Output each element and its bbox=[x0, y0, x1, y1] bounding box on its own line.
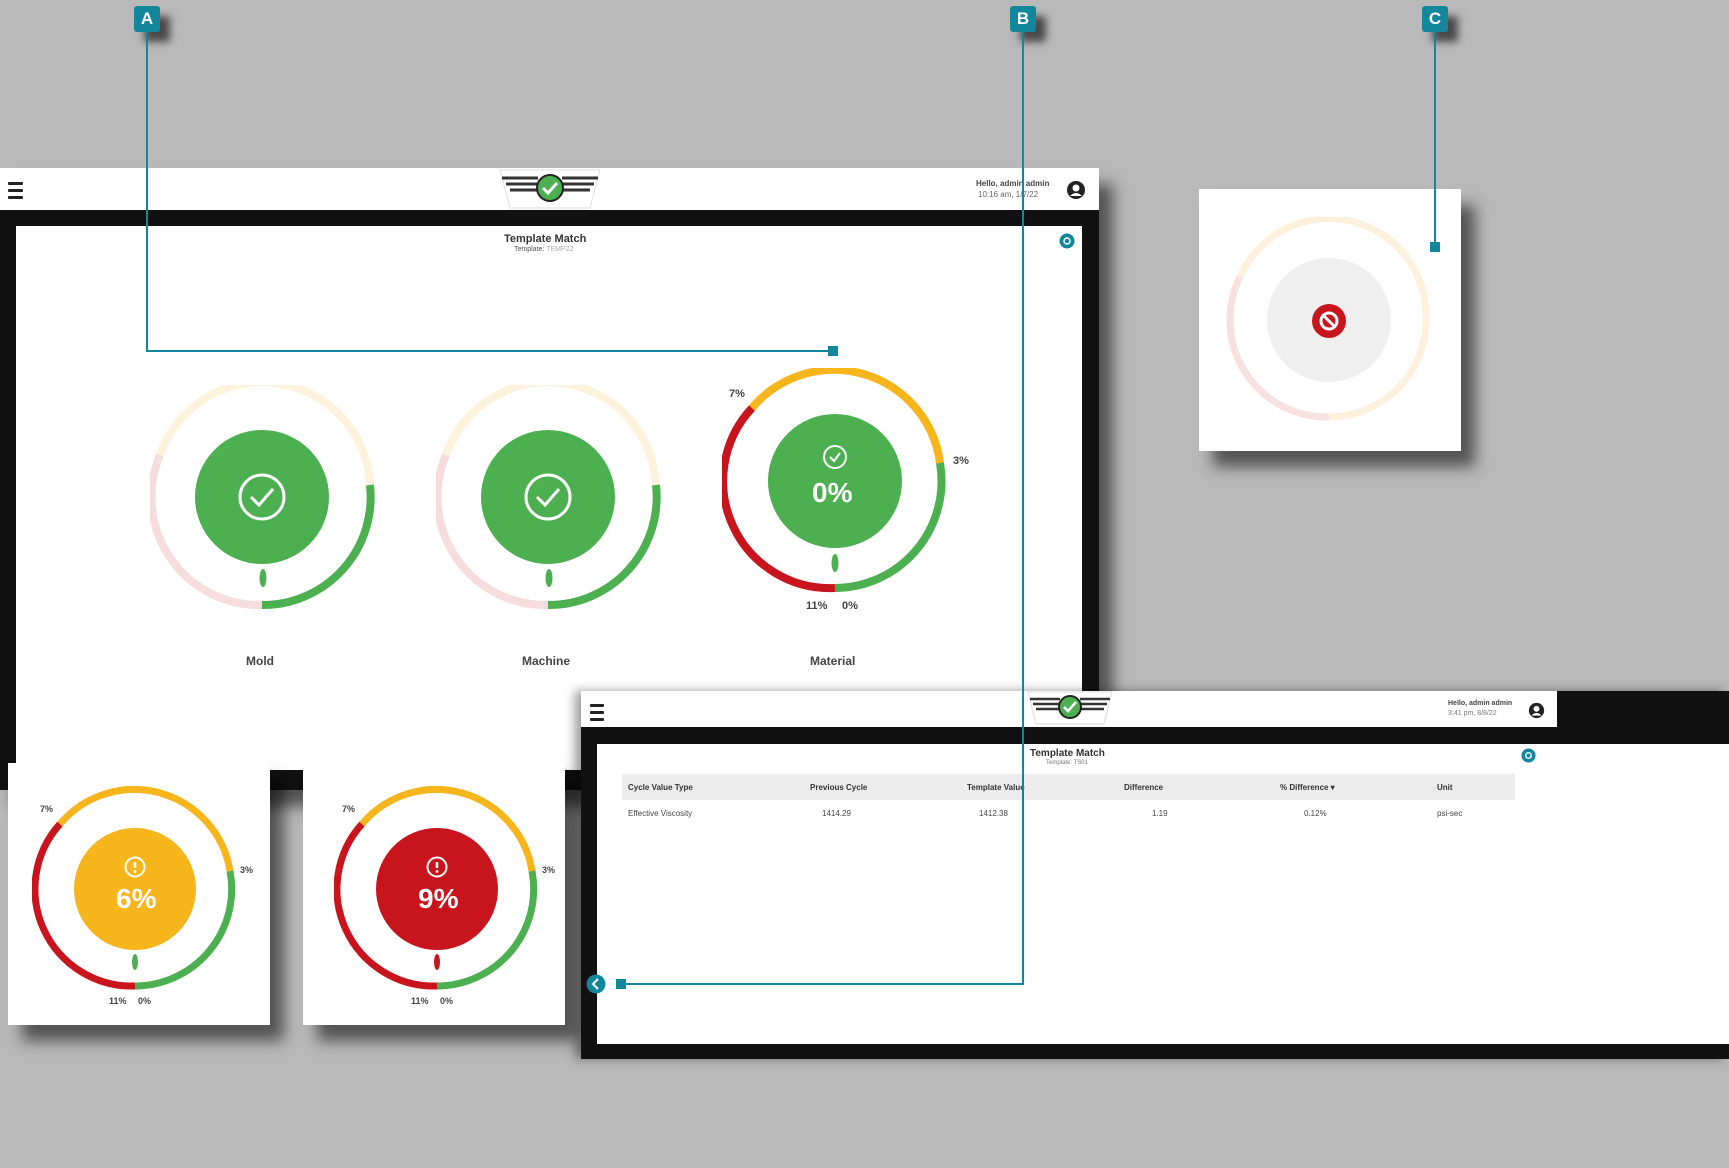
callout-b-line bbox=[1022, 30, 1024, 985]
material-pct-bottom-right: 0% bbox=[842, 600, 858, 612]
callout-b-marker bbox=[616, 979, 626, 989]
alert-icon bbox=[124, 856, 146, 883]
settings-icon[interactable] bbox=[1521, 748, 1536, 768]
column-header[interactable]: Unit bbox=[1437, 783, 1453, 792]
gauge-mold[interactable] bbox=[147, 378, 375, 610]
warning-pct-bottom-right: 0% bbox=[138, 996, 152, 1006]
user-icon[interactable] bbox=[1528, 702, 1545, 724]
user-greeting: Hello, admin admin bbox=[976, 179, 1050, 188]
gauge-label-mold: Mold bbox=[246, 654, 274, 668]
warning-pct-top-left: 7% bbox=[40, 804, 54, 814]
alarm-value: 9% bbox=[418, 883, 459, 914]
page-subtitle: Template: TEMP22 bbox=[514, 246, 573, 253]
table-cell: 1414.29 bbox=[822, 809, 851, 818]
table-user-greeting: Hello, admin admin bbox=[1448, 700, 1513, 707]
table-user-timestamp: 3:41 pm, 8/8/22 bbox=[1448, 710, 1497, 717]
table-cell: Effective Viscosity bbox=[628, 809, 693, 818]
material-pct-right: 3% bbox=[953, 455, 969, 467]
callout-a-marker bbox=[828, 346, 838, 356]
page-title: Template Match bbox=[504, 233, 587, 245]
user-icon[interactable] bbox=[1066, 180, 1086, 205]
table-cell: 1.19 bbox=[1152, 809, 1168, 818]
app-logo bbox=[490, 168, 610, 220]
table-cell: 1412.38 bbox=[979, 809, 1008, 818]
alarm-pct-bottom-left: 11% bbox=[411, 996, 429, 1006]
gauge-label-material: Material bbox=[810, 654, 856, 668]
table-cell: 0.12% bbox=[1304, 809, 1327, 818]
column-header[interactable]: Previous Cycle bbox=[810, 783, 867, 792]
column-header[interactable]: Template Value bbox=[967, 783, 1025, 792]
alarm-pct-right: 3% bbox=[542, 865, 556, 875]
callout-a-line bbox=[146, 30, 148, 352]
callout-c-line bbox=[1434, 30, 1436, 246]
callout-b-line bbox=[620, 983, 1024, 985]
table-row[interactable]: Effective Viscosity 1414.29 1412.38 1.19… bbox=[622, 800, 1515, 826]
subtitle-label: Template: bbox=[514, 246, 545, 253]
warning-pct-right: 3% bbox=[240, 865, 254, 875]
alarm-pct-bottom-right: 0% bbox=[440, 996, 454, 1006]
column-header[interactable]: Cycle Value Type bbox=[628, 783, 693, 792]
check-icon bbox=[822, 444, 848, 475]
warning-pct-bottom-left: 11% bbox=[109, 996, 127, 1006]
menu-icon[interactable] bbox=[590, 704, 604, 725]
menu-icon[interactable] bbox=[8, 182, 23, 203]
subtitle-value: TEMP22 bbox=[546, 246, 574, 253]
user-timestamp: 10:16 am, 1/7/22 bbox=[978, 190, 1039, 199]
table-cell: psi-sec bbox=[1437, 809, 1463, 818]
column-header[interactable]: Difference bbox=[1124, 783, 1163, 792]
callout-c: C bbox=[1422, 6, 1448, 32]
column-header[interactable]: % Difference ▾ bbox=[1280, 783, 1335, 792]
collapse-icon[interactable] bbox=[586, 974, 606, 999]
gauge-label-machine: Machine bbox=[522, 654, 571, 668]
callout-a: A bbox=[134, 6, 160, 32]
material-pct-top-left: 7% bbox=[729, 388, 745, 400]
blocked-icon bbox=[1311, 303, 1347, 344]
callout-c-marker bbox=[1430, 242, 1440, 252]
callout-a-line bbox=[146, 350, 830, 352]
alarm-pct-top-left: 7% bbox=[342, 804, 356, 814]
data-table: Cycle Value Type Previous Cycle Template… bbox=[622, 774, 1515, 826]
gauge-machine[interactable] bbox=[433, 378, 661, 610]
settings-icon[interactable] bbox=[1059, 233, 1075, 254]
material-value: 0% bbox=[812, 477, 853, 508]
app-logo bbox=[1020, 690, 1120, 734]
table-header-row: Cycle Value Type Previous Cycle Template… bbox=[622, 774, 1515, 800]
warning-value: 6% bbox=[116, 883, 157, 914]
material-pct-bottom-left: 11% bbox=[806, 600, 828, 612]
table-page-subtitle: Template: TS01 bbox=[1046, 760, 1088, 766]
alert-icon bbox=[426, 856, 448, 883]
table-page-title: Template Match bbox=[1030, 748, 1105, 759]
callout-b: B bbox=[1010, 6, 1036, 32]
